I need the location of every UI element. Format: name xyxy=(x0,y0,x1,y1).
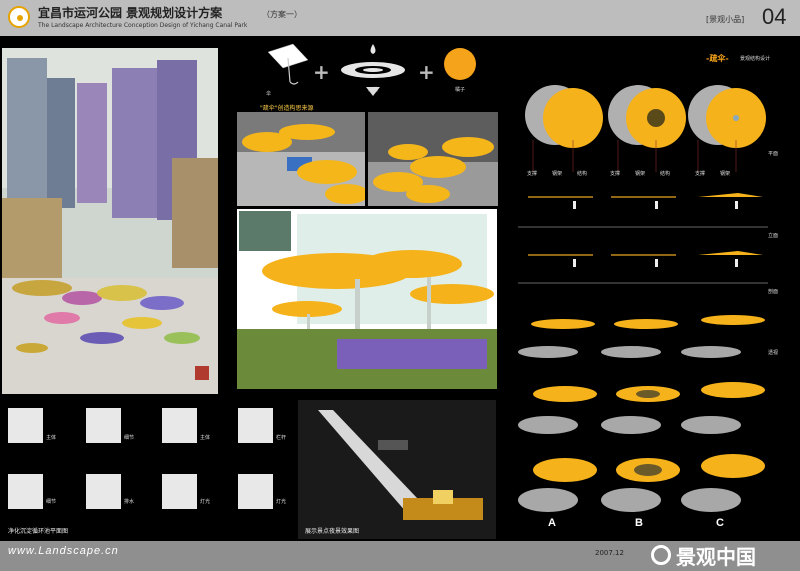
plan-note: 钢架 xyxy=(552,171,563,177)
page-subtitle: The Landscape Architecture Conception De… xyxy=(38,22,248,29)
plan-tile xyxy=(162,408,197,443)
plan-tile xyxy=(86,408,121,443)
perspective-row xyxy=(518,382,765,434)
plan-tile xyxy=(238,474,273,509)
tile-label: 灯光 xyxy=(200,499,211,505)
plan-tile xyxy=(86,474,121,509)
tile-label: 栏杆 xyxy=(276,435,287,441)
night-render xyxy=(298,400,496,539)
plan-tile xyxy=(162,474,197,509)
watercolor-painting xyxy=(2,48,218,394)
plan-note: 支撑 xyxy=(695,171,706,177)
row-label: 剖面 xyxy=(768,289,779,295)
plan-views xyxy=(525,85,766,172)
plan-tiles-caption: 净化沉淀循环池平面图 xyxy=(8,528,69,535)
page-number: 04 xyxy=(762,4,787,29)
section-label: [景观小品] xyxy=(706,15,745,24)
column-letter: A xyxy=(548,517,556,529)
plan-note: 结构 xyxy=(577,171,588,177)
tile-label: 灯光 xyxy=(276,499,287,505)
umbrella-label: 伞 xyxy=(266,91,272,97)
ripple-label: 雨滴 xyxy=(368,87,379,93)
tile-label: 排水 xyxy=(124,499,135,505)
tile-label: 细节 xyxy=(46,499,57,505)
orange-icon xyxy=(444,48,476,80)
canal-park-logo-icon xyxy=(8,6,30,28)
website-link[interactable]: www.Landscape.cn xyxy=(8,545,119,557)
plan-tile xyxy=(8,408,43,443)
plan-note: 支撑 xyxy=(610,171,621,177)
plus-icon: + xyxy=(313,60,330,84)
tile-label: 细节 xyxy=(124,435,135,441)
plus-icon: + xyxy=(418,60,435,84)
column-letter: B xyxy=(635,517,643,529)
row-label: 平面 xyxy=(768,151,779,157)
plan-tile xyxy=(238,408,273,443)
elevation-section-views xyxy=(518,193,768,284)
row-label: 立面 xyxy=(768,233,779,239)
scheme-label: （方案一） xyxy=(262,10,302,19)
perspective-row xyxy=(518,454,765,512)
date-label: 2007.12 xyxy=(595,549,624,557)
right-panel-title: -疏伞- xyxy=(706,54,729,63)
watermark-text: 景观中国 xyxy=(676,545,756,569)
sketch-rendering-1 xyxy=(237,112,365,206)
perspective-row xyxy=(518,315,765,358)
tile-label: 主体 xyxy=(46,435,57,441)
plan-note: 钢架 xyxy=(635,171,646,177)
tile-label: 主体 xyxy=(200,435,211,441)
watermark-logo-icon xyxy=(651,545,671,565)
source-caption: "疏伞"创造构思来源 xyxy=(260,105,314,112)
plan-note: 钢架 xyxy=(720,171,731,177)
plan-note: 结构 xyxy=(660,171,671,177)
sketch-rendering-2 xyxy=(368,112,498,206)
night-render-caption: 展示景点夜景效果图 xyxy=(305,528,360,535)
page-title: 宜昌市运河公园 景观规划设计方案 xyxy=(38,6,223,20)
plan-note: 支撑 xyxy=(527,171,538,177)
plan-tile xyxy=(8,474,43,509)
column-letter: C xyxy=(716,517,724,529)
concept-sources xyxy=(267,43,476,96)
orange-label: 橘子 xyxy=(455,87,466,93)
main-perspective-rendering xyxy=(237,209,497,389)
right-panel-subtitle: 景观结构设计 xyxy=(740,56,771,62)
perspective-views xyxy=(518,315,765,512)
